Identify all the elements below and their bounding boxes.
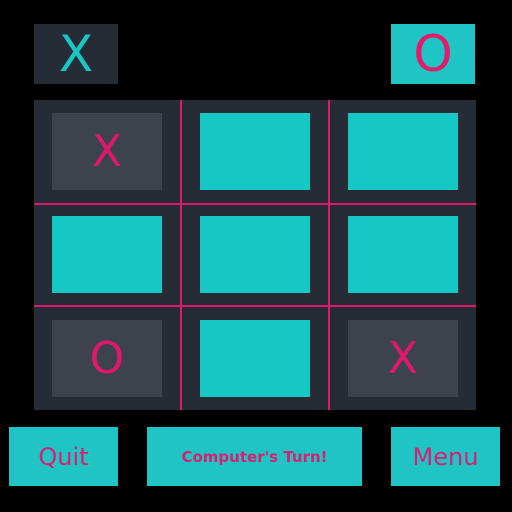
grid-line-horizontal-1	[34, 203, 476, 205]
board-cell-1[interactable]: X	[52, 113, 162, 190]
board-cell-4[interactable]	[52, 216, 162, 293]
board-cell-2[interactable]	[200, 113, 310, 190]
game-board: X O X	[34, 100, 476, 410]
board-cell-9[interactable]: X	[348, 320, 458, 397]
grid-line-vertical-2	[328, 100, 330, 410]
quit-button[interactable]: Quit	[9, 427, 118, 486]
board-cell-3[interactable]	[348, 113, 458, 190]
grid-line-vertical-1	[180, 100, 182, 410]
board-cell-5[interactable]	[200, 216, 310, 293]
player-o-indicator: O	[391, 24, 475, 84]
board-cell-8[interactable]	[200, 320, 310, 397]
game-screen: X O X O X Quit Computer's Turn! Menu	[0, 0, 512, 512]
player-x-indicator: X	[34, 24, 118, 84]
board-cell-7[interactable]: O	[52, 320, 162, 397]
menu-button[interactable]: Menu	[391, 427, 500, 486]
board-cell-6[interactable]	[348, 216, 458, 293]
turn-status-button[interactable]: Computer's Turn!	[147, 427, 362, 486]
grid-line-horizontal-2	[34, 305, 476, 307]
